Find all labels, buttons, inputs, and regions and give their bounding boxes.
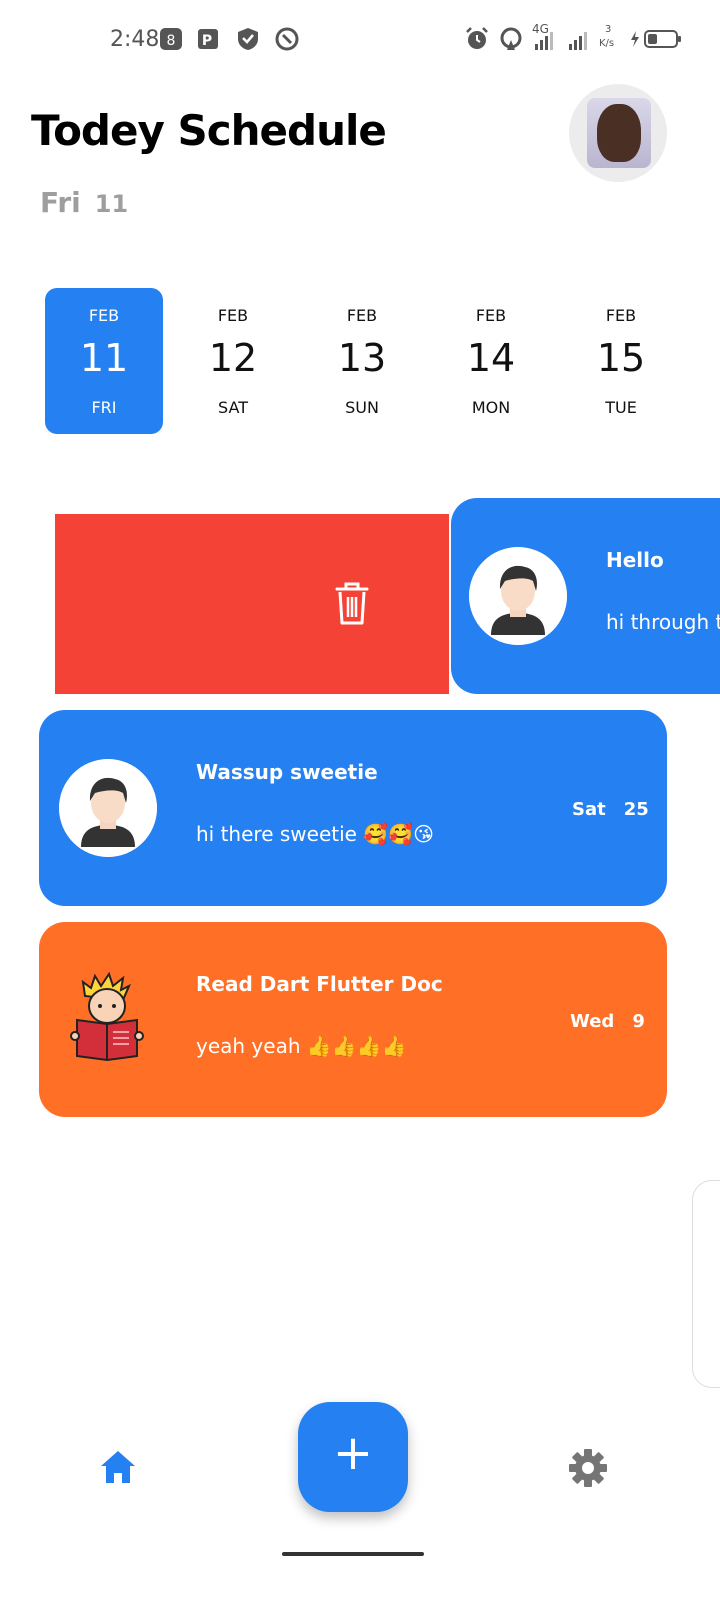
alarm-icon [466, 27, 488, 49]
task-day: Wed [570, 1011, 615, 1032]
sync-icon [275, 27, 299, 51]
date-item-feb-11[interactable]: FEB 11 FRI [45, 288, 163, 434]
current-date-number: 11 [94, 190, 129, 218]
person-avatar-icon [59, 759, 157, 857]
shield-icon [238, 28, 258, 50]
date-day: 15 [596, 336, 646, 380]
app-notification-icon: 8 [160, 28, 182, 50]
edge-panel-handle[interactable] [692, 1180, 720, 1388]
date-day: 11 [79, 336, 129, 380]
date-item-feb-13[interactable]: FEB 13 SUN [303, 288, 421, 434]
person-avatar-icon [469, 547, 567, 645]
task-day: Sat [572, 799, 606, 820]
plus-icon: + [332, 1425, 374, 1481]
signal-2-icon [569, 32, 587, 50]
parking-icon: P [198, 29, 218, 49]
speed-value: 3 [605, 24, 612, 35]
task-note: hi there sweetie 🥰🥰😘 [196, 822, 434, 846]
date-item-feb-14[interactable]: FEB 14 MON [432, 288, 550, 434]
date-day: 12 [208, 336, 258, 380]
date-day: 13 [337, 336, 387, 380]
avatar-photo [587, 98, 651, 168]
task-note-text: hi there sweetie [196, 822, 357, 846]
svg-text:8: 8 [167, 33, 176, 49]
task-date-number: 9 [632, 1011, 645, 1032]
date-month: FEB [346, 306, 378, 325]
date-month: FEB [605, 306, 637, 325]
date-item-feb-15[interactable]: FEB 15 TUE [562, 288, 680, 434]
speed-unit: K/s [599, 38, 615, 49]
date-picker: FEB 11 FRI FEB 12 SAT FEB 13 SUN FEB 14 … [40, 288, 690, 434]
task-card-read-dart[interactable]: Read Dart Flutter Doc yeah yeah 👍👍👍👍 Wed… [39, 922, 667, 1117]
add-task-button[interactable]: + [298, 1402, 408, 1512]
date-weekday: MON [471, 398, 511, 417]
reading-boy-icon [70, 972, 144, 1062]
signal-icon [535, 32, 553, 50]
task-title: Hello [606, 548, 664, 572]
task-date: Sat 25 [572, 799, 649, 820]
status-bar: 2:48 8 P 4G 3 K/s [0, 0, 720, 80]
task-note-text: yeah yeah [196, 1034, 301, 1058]
current-day: Fri [40, 186, 81, 219]
task-note: hi through t [606, 610, 720, 634]
status-time: 2:48 [110, 27, 160, 52]
date-month: FEB [217, 306, 249, 325]
task-date: Wed 9 [570, 1011, 645, 1032]
task-note-emoji: 👍👍👍👍 [306, 1034, 407, 1058]
page-title: Todey Schedule [31, 106, 387, 155]
date-month: FEB [475, 306, 507, 325]
date-weekday: TUE [605, 398, 637, 417]
task-card-wassup[interactable]: Wassup sweetie hi there sweetie 🥰🥰😘 Sat 2… [39, 710, 667, 906]
gesture-bar[interactable] [282, 1552, 424, 1556]
trash-icon[interactable] [333, 580, 371, 626]
task-card-hello[interactable]: Hello hi through t [451, 498, 720, 694]
date-day: 14 [466, 336, 516, 380]
avatar[interactable] [569, 84, 667, 182]
task-title: Wassup sweetie [196, 760, 378, 784]
task-note: yeah yeah 👍👍👍👍 [196, 1034, 406, 1058]
date-weekday: FRI [91, 398, 117, 417]
svg-text:P: P [202, 33, 212, 49]
date-month: FEB [88, 306, 120, 325]
gear-icon[interactable] [568, 1448, 608, 1488]
date-item-feb-12[interactable]: FEB 12 SAT [174, 288, 292, 434]
hotspot-icon [500, 27, 522, 50]
battery-icon [631, 30, 681, 48]
delete-swipe-background[interactable] [55, 514, 449, 694]
task-note-emoji: 🥰🥰😘 [363, 822, 434, 846]
date-weekday: SAT [218, 398, 248, 417]
task-title: Read Dart Flutter Doc [196, 972, 443, 996]
date-weekday: SUN [345, 398, 379, 417]
home-icon[interactable] [99, 1448, 137, 1486]
task-date-number: 25 [623, 799, 649, 820]
current-date: Fri 11 [40, 186, 128, 219]
